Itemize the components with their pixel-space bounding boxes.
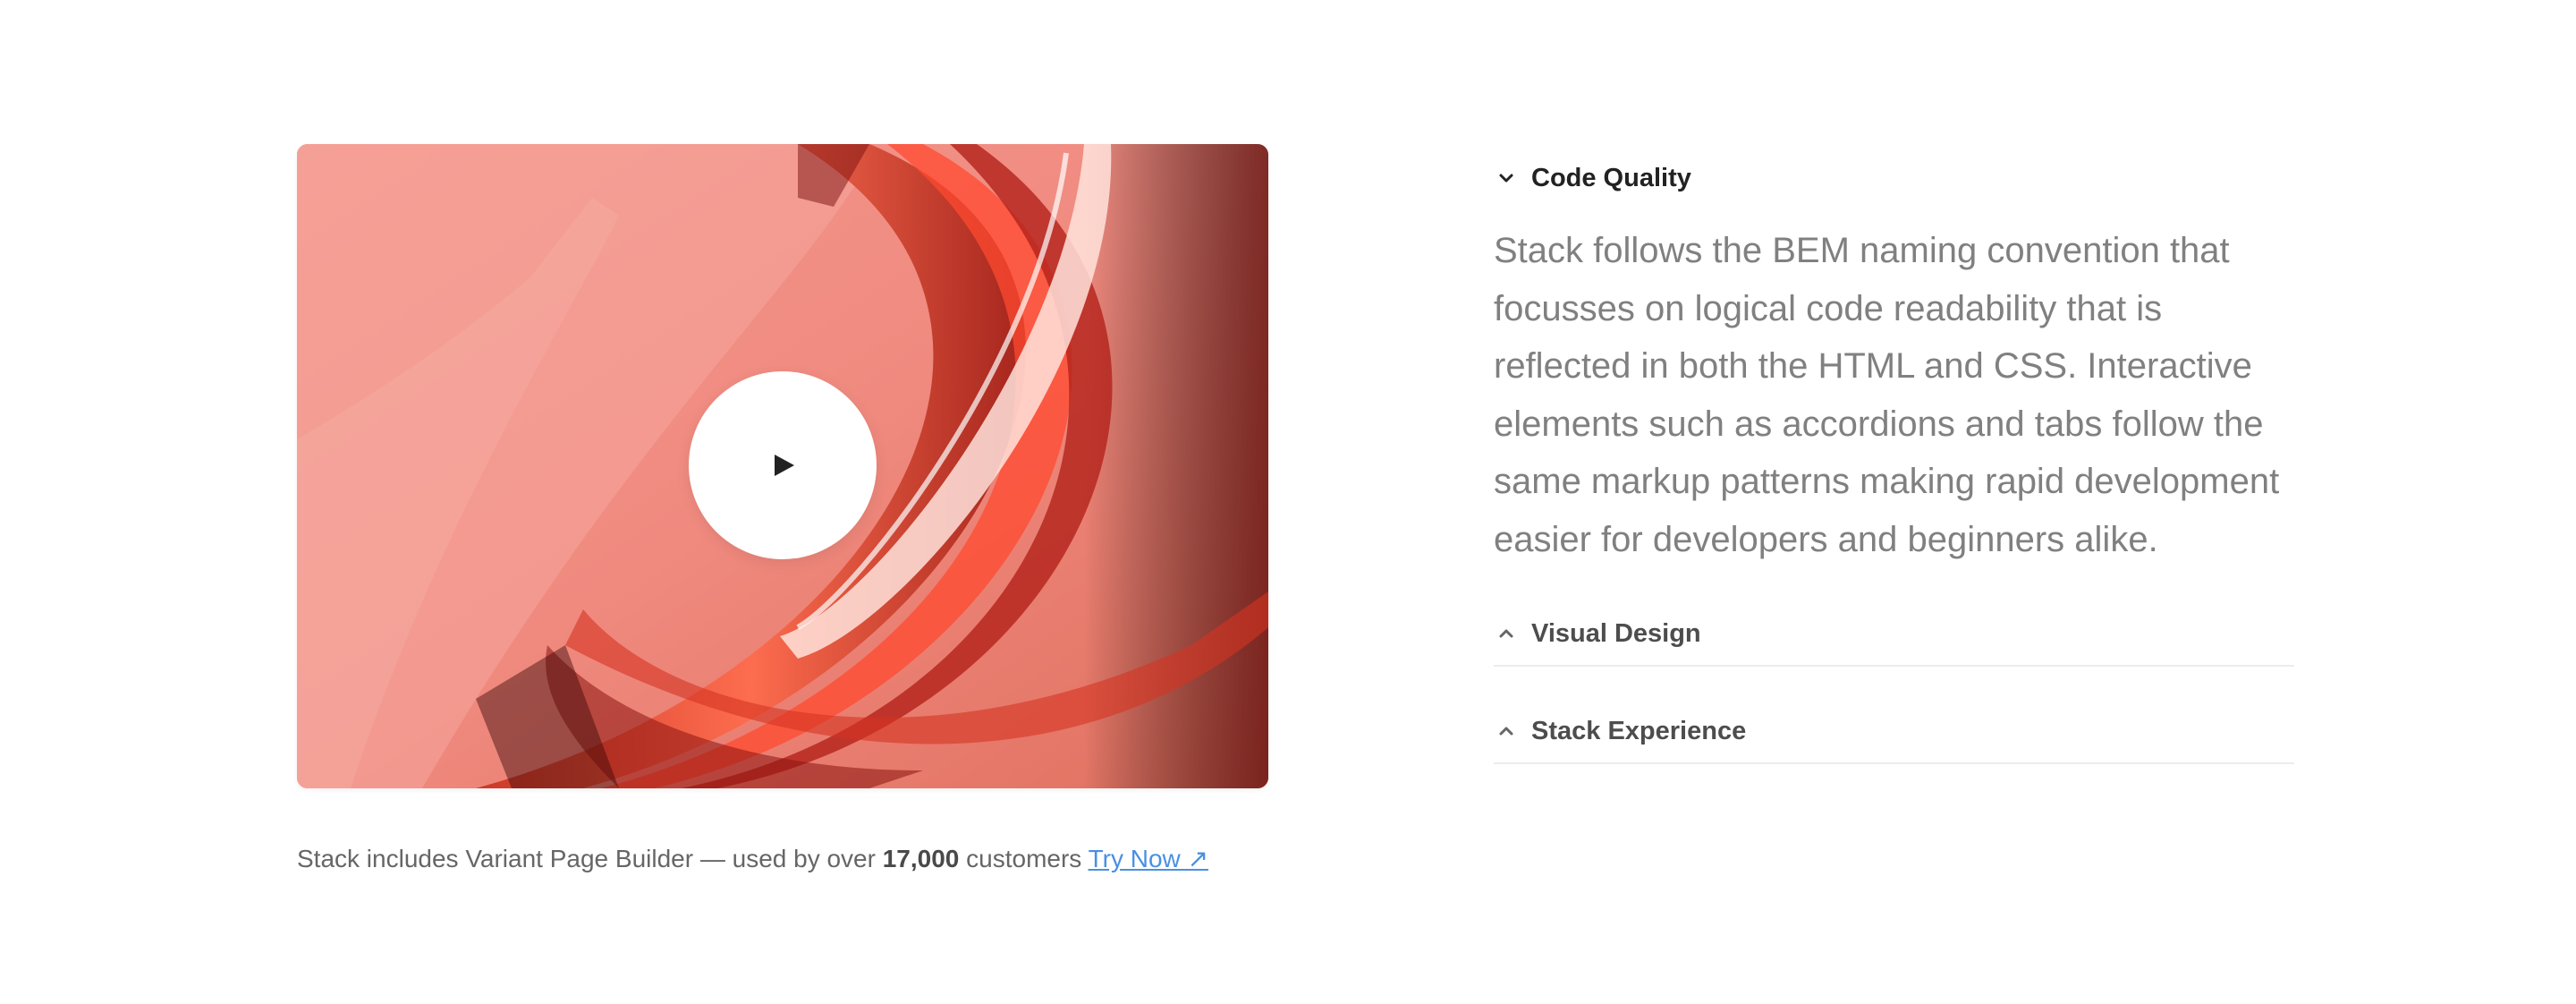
try-now-link[interactable]: Try Now ↗ bbox=[1089, 845, 1208, 872]
accordion-item-stack-experience: Stack Experience bbox=[1494, 700, 2294, 764]
play-button[interactable] bbox=[689, 371, 877, 559]
accordion-title: Code Quality bbox=[1531, 163, 1691, 192]
play-icon bbox=[775, 455, 794, 476]
accordion: Code Quality Stack follows the BEM namin… bbox=[1494, 150, 2294, 764]
chevron-up-icon bbox=[1499, 629, 1513, 638]
accordion-title: Stack Experience bbox=[1531, 716, 1747, 745]
chevron-up-icon bbox=[1499, 727, 1513, 736]
video-thumbnail[interactable] bbox=[297, 144, 1268, 788]
caption: Stack includes Variant Page Builder — us… bbox=[297, 839, 1208, 879]
accordion-header-visual-design[interactable]: Visual Design bbox=[1494, 602, 2294, 667]
accordion-header-code-quality[interactable]: Code Quality bbox=[1494, 150, 2294, 206]
page: Stack includes Variant Page Builder — us… bbox=[0, 0, 2576, 1004]
caption-text: Stack includes Variant Page Builder — us… bbox=[297, 845, 883, 872]
customer-count: 17,000 bbox=[882, 845, 960, 872]
accordion-header-stack-experience[interactable]: Stack Experience bbox=[1494, 700, 2294, 764]
accordion-content: Stack follows the BEM naming convention … bbox=[1494, 231, 2280, 559]
chevron-down-icon bbox=[1499, 174, 1513, 183]
accordion-item-visual-design: Visual Design bbox=[1494, 602, 2294, 667]
caption-suffix: customers bbox=[959, 845, 1089, 872]
accordion-item-code-quality: Code Quality Stack follows the BEM namin… bbox=[1494, 150, 2294, 568]
accordion-title: Visual Design bbox=[1531, 618, 1701, 648]
